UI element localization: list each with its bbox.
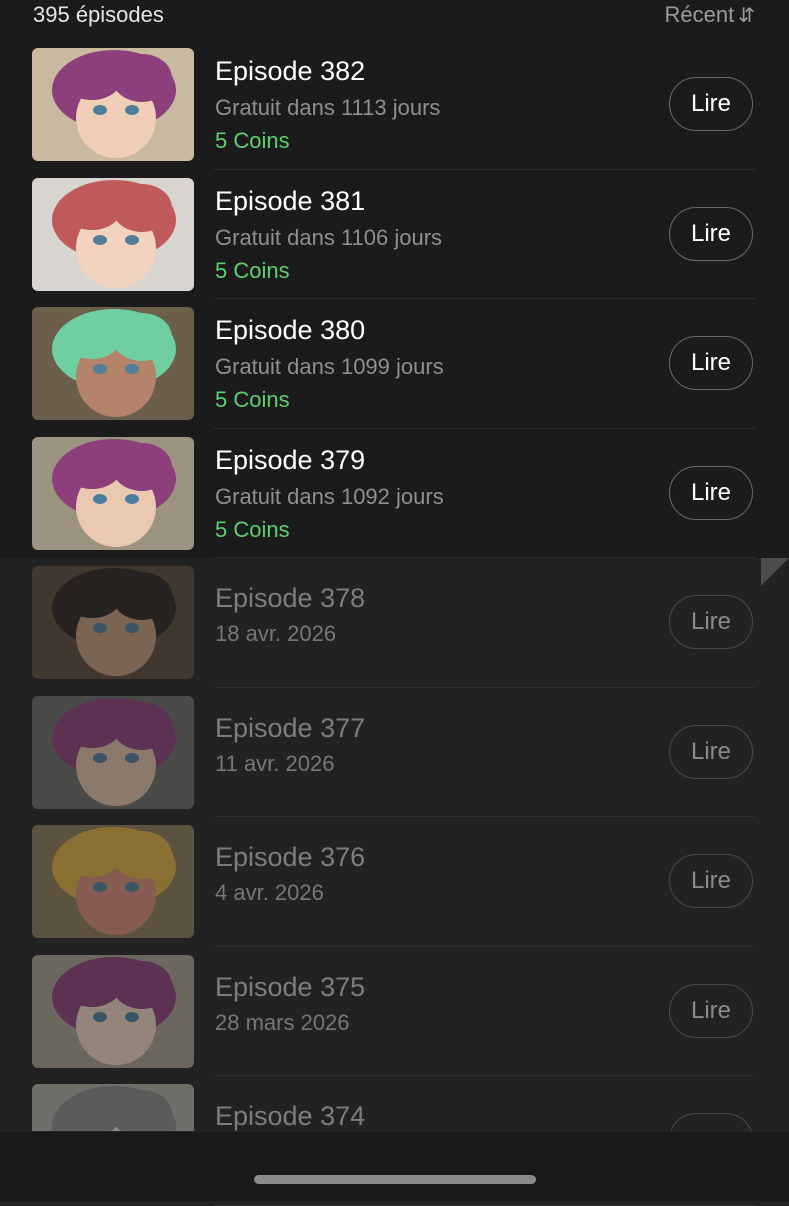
coin-price: 5 Coins [215,257,290,283]
episode-title: Episode 374 [215,1101,366,1131]
page-fold-corner [761,558,789,586]
bottom-bar [0,1131,789,1201]
read-button[interactable]: Lire [669,206,753,261]
home-indicator[interactable] [254,1175,536,1184]
episode-row[interactable]: Episode 380 Gratuit dans 1099 jours 5 Co… [0,299,789,429]
coin-price: 5 Coins [215,387,290,412]
episode-row[interactable]: Episode 379 Gratuit dans 1092 jours 5 Co… [0,428,789,558]
read-button[interactable]: Lire [669,465,753,520]
episode-row[interactable]: Episode 381 Gratuit dans 1106 jours 5 Co… [0,169,789,299]
episode-title: Episode 375 [215,971,366,1002]
episode-row[interactable]: Episode 378 18 avr. 2026 Lire [0,558,789,688]
episode-thumbnail[interactable] [32,48,194,161]
episode-thumbnail[interactable] [32,307,194,420]
episode-thumbnail[interactable] [32,954,194,1068]
episode-title: Episode 378 [215,583,366,613]
coin-price: 5 Coins [215,516,290,542]
episode-thumbnail[interactable] [32,436,194,550]
episode-thumbnail[interactable] [32,566,194,679]
read-button[interactable]: Lire [669,595,753,649]
free-countdown: Gratuit dans 1099 jours [215,354,444,379]
episode-thumbnail[interactable] [32,177,194,291]
sort-arrows-icon: ⇵ [738,4,755,27]
episode-list-header: 395 épisodes Récent ⇵ [0,0,789,40]
episode-thumbnail[interactable] [32,695,194,809]
sort-button[interactable]: Récent ⇵ [665,2,755,28]
episode-title: Episode 379 [215,444,366,475]
release-date: 18 avr. 2026 [215,621,337,646]
episode-row[interactable]: Episode 376 4 avr. 2026 Lire [0,817,789,947]
release-date: 11 avr. 2026 [215,750,335,776]
read-button[interactable]: Lire [669,983,753,1038]
read-button[interactable]: Lire [669,854,753,908]
episode-row[interactable]: Episode 377 11 avr. 2026 Lire [0,687,789,817]
sort-label: Récent [664,2,735,27]
row-divider [214,1204,755,1206]
episode-thumbnail[interactable] [32,825,194,938]
episode-title: Episode 377 [215,712,366,743]
episode-row[interactable]: Episode 375 28 mars 2026 Lire [0,946,789,1076]
free-countdown: Gratuit dans 1113 jours [215,95,441,120]
episode-count: 395 épisodes [33,2,164,27]
free-countdown: Gratuit dans 1092 jours [215,483,444,509]
read-button[interactable]: Lire [669,77,753,131]
episode-title: Episode 381 [215,185,366,216]
episode-title: Episode 382 [215,56,366,86]
read-button[interactable]: Lire [669,724,753,779]
release-date: 28 mars 2026 [215,1009,350,1035]
episode-title: Episode 376 [215,842,366,872]
episode-list: Episode 382 Gratuit dans 1113 jours 5 Co… [0,40,789,1206]
read-button[interactable]: Lire [669,336,753,390]
episode-title: Episode 380 [215,315,366,345]
episode-row[interactable]: Episode 382 Gratuit dans 1113 jours 5 Co… [0,40,789,170]
release-date: 4 avr. 2026 [215,880,324,905]
free-countdown: Gratuit dans 1106 jours [215,224,443,250]
coin-price: 5 Coins [215,128,290,153]
